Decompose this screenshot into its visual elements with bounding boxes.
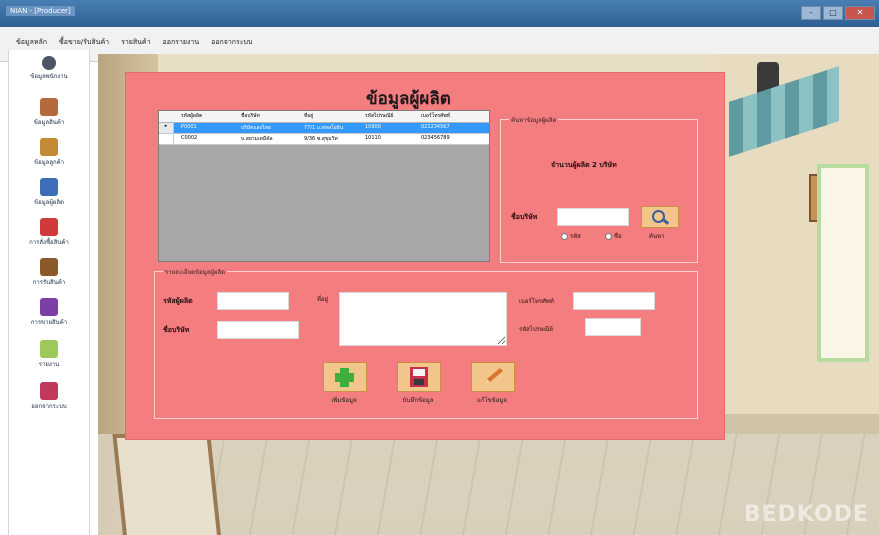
watermark: BEDKODE <box>743 502 869 527</box>
address-textarea[interactable] <box>339 292 507 346</box>
toolbar-producer[interactable]: ข้อมูลผู้ผลิต <box>9 178 89 207</box>
title-bar: NIAN - [Producer] – □ ✕ <box>0 0 879 27</box>
toolbar-label: การรับสินค้า <box>32 279 66 286</box>
sell-icon <box>40 298 58 316</box>
pencil-edit-icon <box>484 368 503 385</box>
toolbar-logout[interactable]: ออกจากระบบ <box>9 382 89 411</box>
magnifier-handle <box>661 218 670 225</box>
table-row[interactable]: C0002 บ.สยามเคมีคัล 9/36 ซ.สุขุมวิท 1011… <box>159 134 489 145</box>
producer-count: จำนวนผู้ผลิต 2 บริษัท <box>551 161 617 169</box>
producer-icon <box>40 178 58 196</box>
search-button[interactable] <box>641 206 679 228</box>
customer-icon <box>40 138 58 156</box>
plus-icon <box>335 368 354 387</box>
table-cell: 021234567 <box>421 124 450 130</box>
search-caption: ค้นหา <box>649 233 665 240</box>
side-toolbar: ข้อมูลพนักงาน ข้อมูลสินค้า ข้อมูลลูกค้า … <box>8 50 90 535</box>
producer-code-input[interactable] <box>217 292 289 310</box>
edit-button-label: แก้ไขข้อมูล <box>477 397 507 404</box>
toolbar-employee[interactable]: ข้อมูลพนักงาน <box>9 56 89 81</box>
detail-group: รายละเอียดข้อมูลผู้ผลิต รหัสผู้ผลิต ชื่อ… <box>154 267 698 419</box>
menu-products[interactable]: รายสินค้า <box>121 37 150 48</box>
table-cell: 023456789 <box>421 135 450 141</box>
report-icon <box>40 340 58 358</box>
toolbar-label: ข้อมูลสินค้า <box>33 119 65 126</box>
menu-reports[interactable]: ออกรายงาน <box>163 37 200 48</box>
zip-input[interactable] <box>585 318 641 336</box>
toolbar-label: รายงาน <box>38 361 60 368</box>
toolbar-sell[interactable]: การขายสินค้า <box>9 298 89 327</box>
table-cell: 10900 <box>365 124 381 130</box>
table-cell: P0001 <box>181 124 197 130</box>
cart-icon <box>40 218 58 236</box>
zip-label: รหัสไปรษณีย์ <box>519 326 553 333</box>
logout-icon <box>40 382 58 400</box>
toolbar-receive[interactable]: การรับสินค้า <box>9 258 89 287</box>
table-cell: 77/1 ถ.พหลโยธิน <box>304 125 344 131</box>
menu-logout[interactable]: ออกจากระบบ <box>211 37 252 48</box>
table-cell: บ.สยามเคมีคัล <box>241 136 273 142</box>
search-group: ค้นหาข้อมูลผู้ผลิต จำนวนผู้ผลิต 2 บริษัท… <box>500 115 698 263</box>
radio-code-label: รหัส <box>570 233 581 240</box>
menu-main-data[interactable]: ข้อมูลหลัก <box>16 37 47 48</box>
company-name-label: ชื่อบริษัท <box>163 326 190 334</box>
maximize-button[interactable]: □ <box>823 6 843 20</box>
table-row[interactable]: ▸ P0001 บริษัทแสงไทย 77/1 ถ.พหลโยธิน 109… <box>159 123 489 134</box>
toolbar-product[interactable]: ข้อมูลสินค้า <box>9 98 89 127</box>
producer-grid[interactable]: รหัสผู้ผลิต ชื่อบริษัท ที่อยู่ รหัสไปรษณ… <box>158 110 490 262</box>
toolbar-label: การสั่งซื้อสินค้า <box>29 239 69 246</box>
phone-input[interactable] <box>573 292 655 310</box>
radio-name-label: ชื่อ <box>614 233 622 240</box>
company-search-input[interactable] <box>557 208 629 226</box>
toolbar-customer[interactable]: ข้อมูลลูกค้า <box>9 138 89 167</box>
edit-button[interactable] <box>471 362 515 392</box>
floppy-save-icon <box>410 367 428 387</box>
row-pointer-icon: ▸ <box>159 123 174 133</box>
address-label: ที่อยู่ <box>317 296 329 303</box>
toolbar-label: ข้อมูลผู้ผลิต <box>34 199 64 206</box>
scene-window <box>817 164 869 362</box>
radio-by-name[interactable] <box>605 233 612 240</box>
radio-by-code[interactable] <box>561 233 568 240</box>
table-cell: 10110 <box>365 135 381 141</box>
table-cell: 9/36 ซ.สุขุมวิท <box>304 136 338 142</box>
scene-signboard <box>112 434 222 535</box>
column-header[interactable]: ชื่อบริษัท <box>241 112 260 120</box>
add-button[interactable] <box>323 362 367 392</box>
receive-icon <box>40 258 58 276</box>
column-header[interactable]: รหัสไปรษณีย์ <box>365 112 393 120</box>
row-header <box>159 134 174 144</box>
toolbar-label: ออกจากระบบ <box>31 403 67 410</box>
close-button[interactable]: ✕ <box>845 6 875 20</box>
column-header[interactable]: เบอร์โทรศัพท์ <box>421 112 450 120</box>
table-cell: บริษัทแสงไทย <box>241 125 271 131</box>
column-header[interactable]: รหัสผู้ผลิต <box>181 112 202 120</box>
toolbar-report[interactable]: รายงาน <box>9 340 89 369</box>
table-cell: C0002 <box>181 135 198 141</box>
producer-form: ข้อมูลผู้ผลิต รหัสผู้ผลิต ชื่อบริษัท ที่… <box>125 72 725 440</box>
product-box-icon <box>40 98 58 116</box>
toolbar-label: การขายสินค้า <box>30 319 68 326</box>
form-title: ข้อมูลผู้ผลิต <box>366 89 451 109</box>
employee-icon <box>42 56 56 70</box>
save-button-label: บันทึกข้อมูล <box>402 397 434 404</box>
minimize-button[interactable]: – <box>801 6 821 20</box>
search-group-caption: ค้นหาข้อมูลผู้ผลิต <box>509 115 559 125</box>
save-button[interactable] <box>397 362 441 392</box>
window-controls: – □ ✕ <box>801 6 875 20</box>
toolbar-purchase[interactable]: การสั่งซื้อสินค้า <box>9 218 89 247</box>
phone-label: เบอร์โทรศัพท์ <box>519 298 554 305</box>
detail-group-caption: รายละเอียดข้อมูลผู้ผลิต <box>163 267 228 277</box>
toolbar-label: ข้อมูลลูกค้า <box>33 159 65 166</box>
grid-header: รหัสผู้ผลิต ชื่อบริษัท ที่อยู่ รหัสไปรษณ… <box>159 111 489 123</box>
company-name-input[interactable] <box>217 321 299 339</box>
menu-buy-sell[interactable]: ซื้อขาย/รับสินค้า <box>59 37 109 48</box>
producer-code-label: รหัสผู้ผลิต <box>163 297 193 305</box>
company-search-label: ชื่อบริษัท <box>511 213 538 221</box>
window-title: NIAN - [Producer] <box>6 6 75 16</box>
toolbar-label: ข้อมูลพนักงาน <box>30 73 68 80</box>
column-header[interactable]: ที่อยู่ <box>304 112 313 120</box>
add-button-label: เพิ่มข้อมูล <box>331 397 357 404</box>
